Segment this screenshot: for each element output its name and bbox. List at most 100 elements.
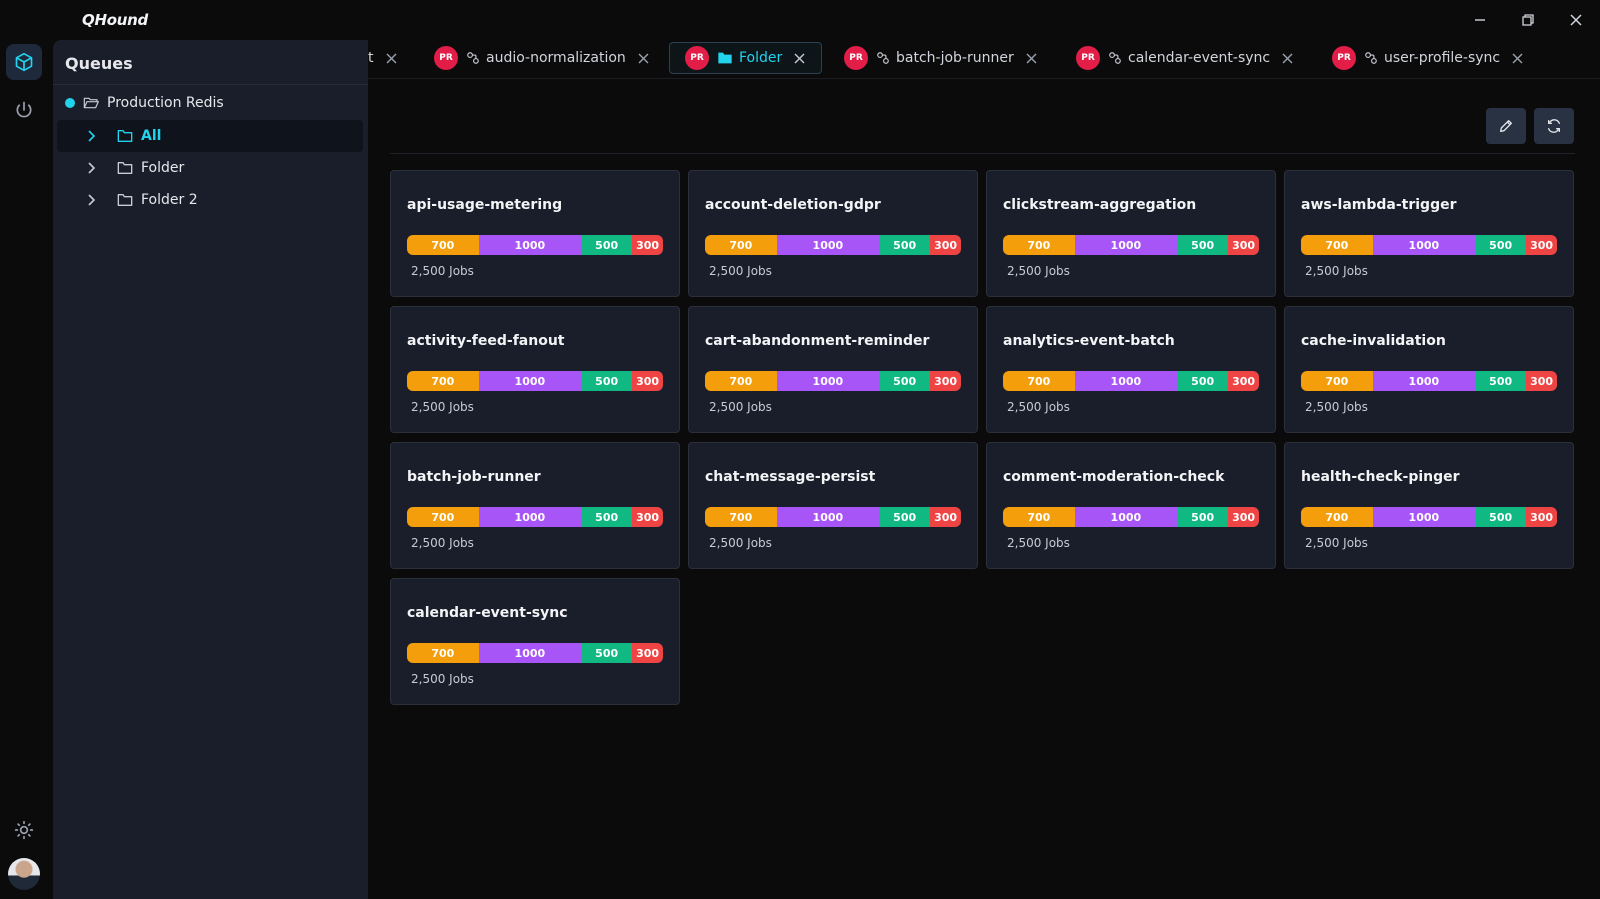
- tab-close-button[interactable]: [638, 53, 649, 64]
- tab-close-button[interactable]: [1026, 53, 1037, 64]
- segment-completed[interactable]: 500: [1177, 507, 1229, 527]
- segment-waiting[interactable]: 700: [705, 507, 777, 527]
- segment-waiting[interactable]: 700: [407, 371, 479, 391]
- segment-failed[interactable]: 300: [1526, 371, 1557, 391]
- segment-active[interactable]: 1000: [478, 507, 582, 527]
- refresh-button[interactable]: [1534, 108, 1574, 144]
- segment-failed[interactable]: 300: [1526, 235, 1557, 255]
- segment-completed[interactable]: 500: [581, 507, 633, 527]
- segment-active[interactable]: 1000: [1372, 371, 1476, 391]
- sidebar-item-all[interactable]: All: [57, 120, 363, 152]
- segment-waiting[interactable]: 700: [705, 235, 777, 255]
- segment-waiting[interactable]: 700: [1003, 507, 1075, 527]
- tab-batch-job-runner[interactable]: PR batch-job-runner: [844, 42, 1037, 74]
- jobs-count: 2,500 Jobs: [411, 400, 474, 414]
- sidebar-item-folder[interactable]: Folder: [57, 152, 363, 184]
- segment-waiting[interactable]: 700: [407, 507, 479, 527]
- tab-close-button[interactable]: [794, 53, 805, 64]
- folder-icon: [117, 162, 133, 174]
- segment-waiting[interactable]: 700: [1301, 371, 1373, 391]
- segment-failed[interactable]: 300: [632, 507, 663, 527]
- theme-toggle-button[interactable]: [6, 812, 42, 848]
- segment-completed[interactable]: 500: [1475, 507, 1527, 527]
- tab-calendar-event-sync[interactable]: PR calendar-event-sync: [1076, 42, 1293, 74]
- close-icon: [1570, 14, 1582, 26]
- tab-close-button[interactable]: [1512, 53, 1523, 64]
- close-window-button[interactable]: [1562, 8, 1590, 32]
- queue-card[interactable]: activity-feed-fanout 700 1000 500 300 2,500 J…: [390, 306, 680, 433]
- job-status-bar: 700 1000 500 300: [407, 371, 663, 391]
- tab-folder[interactable]: PR Folder: [669, 42, 823, 74]
- tab-truncated[interactable]: t: [368, 42, 397, 74]
- queues-sidebar: Queues Production Redis All Folder Folde…: [53, 40, 368, 899]
- segment-completed[interactable]: 500: [1475, 235, 1527, 255]
- segment-failed[interactable]: 300: [930, 507, 961, 527]
- queue-card[interactable]: analytics-event-batch 700 1000 500 300 2,500 …: [986, 306, 1276, 433]
- segment-waiting[interactable]: 700: [407, 643, 479, 663]
- edit-button[interactable]: [1486, 108, 1526, 144]
- segment-completed[interactable]: 500: [1475, 371, 1527, 391]
- segment-completed[interactable]: 500: [581, 235, 633, 255]
- segment-waiting[interactable]: 700: [1301, 507, 1373, 527]
- segment-active[interactable]: 1000: [478, 643, 582, 663]
- segment-active[interactable]: 1000: [1074, 235, 1178, 255]
- segment-failed[interactable]: 300: [1228, 235, 1259, 255]
- job-status-bar: 700 1000 500 300: [1003, 235, 1259, 255]
- segment-waiting[interactable]: 700: [1003, 235, 1075, 255]
- segment-waiting[interactable]: 700: [705, 371, 777, 391]
- segment-failed[interactable]: 300: [930, 235, 961, 255]
- queue-card[interactable]: calendar-event-sync 700 1000 500 300 2,500 Jo…: [390, 578, 680, 705]
- connection-item[interactable]: Production Redis: [65, 92, 224, 114]
- segment-active[interactable]: 1000: [776, 507, 880, 527]
- close-icon: [386, 53, 396, 63]
- queues-nav-button[interactable]: [6, 44, 42, 80]
- queue-card[interactable]: clickstream-aggregation 700 1000 500 300 2,50…: [986, 170, 1276, 297]
- segment-failed[interactable]: 300: [632, 371, 663, 391]
- segment-waiting[interactable]: 700: [407, 235, 479, 255]
- connection-badge: PR: [1332, 46, 1356, 70]
- segment-active[interactable]: 1000: [1372, 507, 1476, 527]
- queue-card[interactable]: aws-lambda-trigger 700 1000 500 300 2,500 Job…: [1284, 170, 1574, 297]
- segment-active[interactable]: 1000: [478, 235, 582, 255]
- queue-card[interactable]: cache-invalidation 700 1000 500 300 2,500 Job…: [1284, 306, 1574, 433]
- sidebar-item-folder-2[interactable]: Folder 2: [57, 184, 363, 216]
- queue-card[interactable]: comment-moderation-check 700 1000 500 300 2,5…: [986, 442, 1276, 569]
- segment-waiting[interactable]: 700: [1301, 235, 1373, 255]
- segment-failed[interactable]: 300: [1228, 507, 1259, 527]
- tab-close-button[interactable]: [1282, 53, 1293, 64]
- segment-failed[interactable]: 300: [632, 235, 663, 255]
- segment-active[interactable]: 1000: [1074, 507, 1178, 527]
- segment-failed[interactable]: 300: [930, 371, 961, 391]
- segment-completed[interactable]: 500: [879, 507, 931, 527]
- tab-user-profile-sync[interactable]: PR user-profile-sync: [1332, 42, 1523, 74]
- segment-waiting[interactable]: 700: [1003, 371, 1075, 391]
- queue-card[interactable]: batch-job-runner 700 1000 500 300 2,500 Jobs: [390, 442, 680, 569]
- segment-failed[interactable]: 300: [1526, 507, 1557, 527]
- queue-card[interactable]: chat-message-persist 700 1000 500 300 2,500 J…: [688, 442, 978, 569]
- segment-completed[interactable]: 500: [879, 235, 931, 255]
- tab-label: audio-normalization: [486, 50, 626, 66]
- segment-failed[interactable]: 300: [632, 643, 663, 663]
- minimize-button[interactable]: [1466, 8, 1494, 32]
- tab-audio-normalization[interactable]: PR audio-normalization: [434, 42, 649, 74]
- segment-active[interactable]: 1000: [1372, 235, 1476, 255]
- segment-failed[interactable]: 300: [1228, 371, 1259, 391]
- disconnect-button[interactable]: [6, 92, 42, 128]
- segment-active[interactable]: 1000: [776, 235, 880, 255]
- segment-completed[interactable]: 500: [1177, 371, 1229, 391]
- segment-active[interactable]: 1000: [478, 371, 582, 391]
- segment-active[interactable]: 1000: [1074, 371, 1178, 391]
- segment-completed[interactable]: 500: [879, 371, 931, 391]
- segment-completed[interactable]: 500: [1177, 235, 1229, 255]
- segment-completed[interactable]: 500: [581, 643, 633, 663]
- segment-active[interactable]: 1000: [776, 371, 880, 391]
- queue-card[interactable]: account-deletion-gdpr 700 1000 500 300 2,500 …: [688, 170, 978, 297]
- queue-card[interactable]: api-usage-metering 700 1000 500 300 2,500 Job…: [390, 170, 680, 297]
- avatar[interactable]: [8, 858, 40, 890]
- restore-button[interactable]: [1514, 8, 1542, 32]
- queue-card[interactable]: health-check-pinger 700 1000 500 300 2,500 Jo…: [1284, 442, 1574, 569]
- tab-close-button[interactable]: [386, 53, 397, 64]
- close-icon: [1512, 53, 1523, 63]
- queue-card[interactable]: cart-abandonment-reminder 700 1000 500 300 2,…: [688, 306, 978, 433]
- segment-completed[interactable]: 500: [581, 371, 633, 391]
